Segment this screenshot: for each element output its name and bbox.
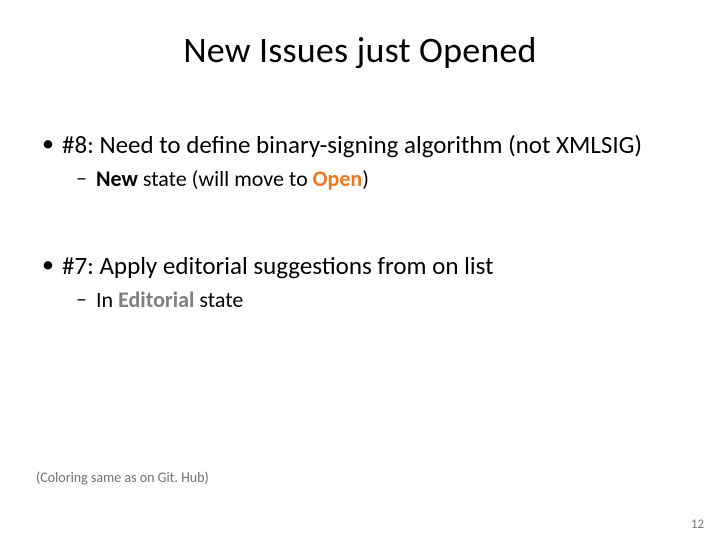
- status-badge-editorial: Editorial: [118, 286, 194, 313]
- status-badge-open: Open: [313, 165, 363, 192]
- sub-suffix: ): [362, 165, 369, 192]
- issue-text: #7: Apply editorial suggestions from on …: [62, 250, 494, 281]
- sub-mid: state (will move to: [138, 165, 313, 192]
- page-number: 12: [691, 517, 704, 532]
- issue-text: #8: Need to define binary-signing algori…: [62, 129, 642, 160]
- issue-headline: #8: Need to define binary-signing algori…: [36, 130, 684, 161]
- issue-headline: #7: Apply editorial suggestions from on …: [36, 251, 684, 282]
- footnote: (Coloring same as on Git. Hub): [36, 469, 209, 486]
- issue-substatus: In Editorial state: [36, 286, 684, 315]
- sub-mid: state: [194, 286, 243, 313]
- page-title: New Issues just Opened: [36, 28, 684, 72]
- spacer: [36, 231, 684, 251]
- sub-prefix: In: [96, 286, 118, 313]
- issue-substatus: New state (will move to Open): [36, 165, 684, 194]
- status-badge-new: New: [96, 165, 138, 192]
- slide: New Issues just Opened #8: Need to defin…: [0, 0, 720, 540]
- issue-list: #8: Need to define binary-signing algori…: [36, 130, 684, 314]
